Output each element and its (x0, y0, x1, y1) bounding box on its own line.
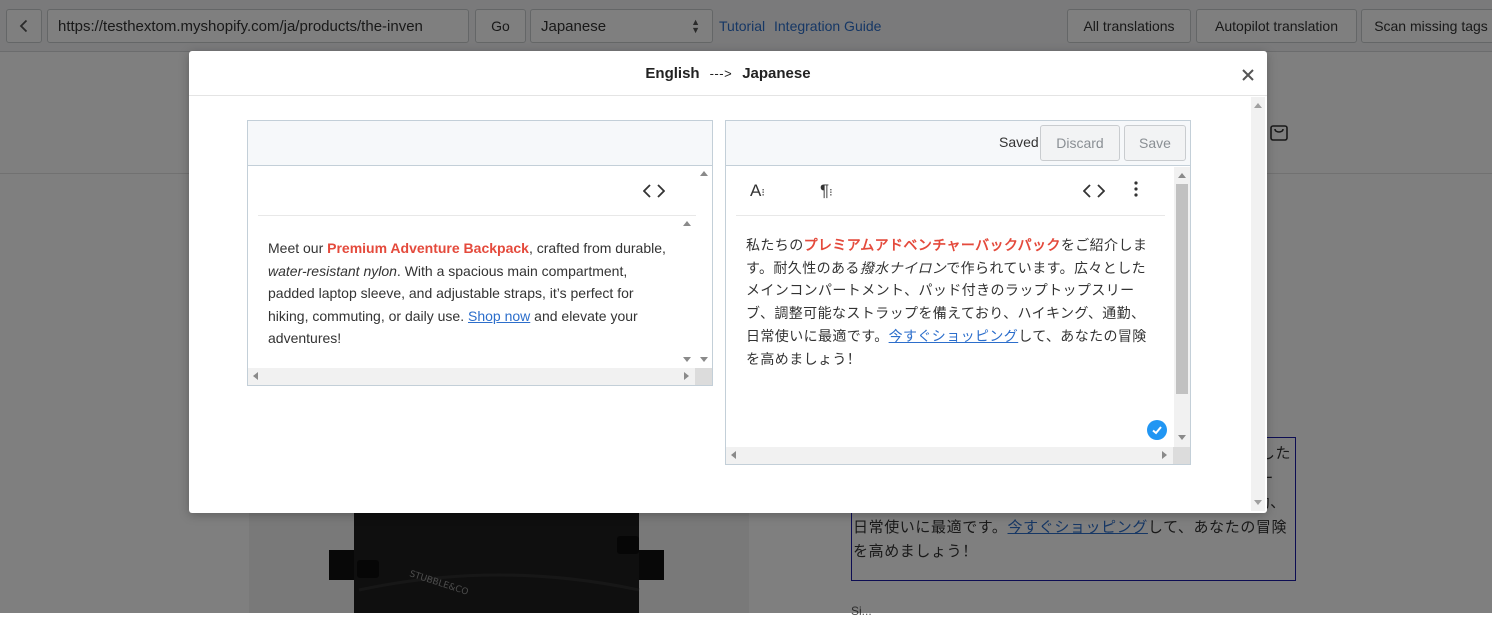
target-material: 撥水ナイロン (859, 259, 947, 276)
font-size-icon[interactable]: A⁝ (750, 181, 765, 201)
source-brand: Premium Adventure Backpack (327, 240, 529, 256)
source-editor: Meet our Premium Adventure Backpack, cra… (247, 120, 713, 386)
source-language: English (645, 65, 700, 82)
close-icon (1242, 69, 1254, 81)
scroll-up-icon[interactable] (1254, 103, 1262, 108)
scroll-left-icon[interactable] (731, 451, 736, 459)
language-arrow: ---> (709, 66, 733, 81)
more-vertical-icon[interactable] (1133, 180, 1139, 203)
source-material: water-resistant nylon (268, 262, 397, 279)
scroll-right-icon[interactable] (1162, 451, 1167, 459)
scroll-down-icon[interactable] (683, 357, 691, 362)
source-text: , crafted from durable, (528, 240, 666, 256)
scrollbar-thumb[interactable] (1176, 184, 1188, 394)
scroll-corner (695, 368, 712, 385)
target-content[interactable]: 私たちのプレミアムアドベンチャーバックパックをご紹介します。耐久性のある撥水ナイ… (746, 234, 1156, 370)
target-language: Japanese (742, 65, 811, 82)
save-button[interactable]: Save (1124, 125, 1186, 161)
scroll-down-icon[interactable] (1254, 500, 1262, 505)
scroll-left-icon[interactable] (253, 372, 258, 380)
modal-title: English ---> Japanese (189, 65, 1267, 82)
source-horizontal-scrollbar[interactable] (248, 368, 695, 385)
source-shop-link[interactable]: Shop now (468, 308, 530, 324)
target-scrollbar[interactable] (1174, 167, 1190, 447)
target-shop-link[interactable]: 今すぐショッピング (889, 328, 1019, 344)
source-scrollbar[interactable] (670, 171, 708, 371)
scroll-up-icon[interactable] (700, 171, 708, 176)
target-editor: Saved Discard Save A⁝ ¶⁝ 私たちのプレミアムアドベンチャ… (725, 120, 1191, 465)
source-editor-toolbar (258, 167, 696, 216)
code-icon[interactable] (1082, 183, 1106, 204)
paragraph-icon[interactable]: ¶⁝ (820, 181, 833, 201)
scroll-corner (1173, 447, 1190, 464)
target-editor-header: Saved Discard Save (726, 121, 1190, 166)
target-editor-toolbar: A⁝ ¶⁝ (736, 167, 1165, 216)
scroll-up-icon[interactable] (683, 221, 691, 226)
target-brand: プレミアムアドベンチャーバックパック (803, 237, 1061, 253)
close-button[interactable] (1239, 66, 1257, 84)
scroll-down-icon[interactable] (700, 357, 708, 362)
source-editor-header (248, 121, 712, 166)
check-circle-icon[interactable] (1147, 420, 1167, 440)
target-text: 私たちの (746, 237, 804, 253)
modal-header: English ---> Japanese (189, 51, 1267, 96)
code-icon[interactable] (642, 183, 666, 204)
target-horizontal-scrollbar[interactable] (726, 447, 1173, 464)
save-status: Saved (999, 134, 1039, 150)
scroll-up-icon[interactable] (1178, 173, 1186, 178)
scroll-down-icon[interactable] (1178, 435, 1186, 440)
discard-button[interactable]: Discard (1040, 125, 1120, 161)
scroll-right-icon[interactable] (684, 372, 689, 380)
translation-modal: English ---> Japanese Meet our Premium Adv… (189, 51, 1267, 513)
modal-scrollbar[interactable] (1251, 97, 1265, 511)
source-content[interactable]: Meet our Premium Adventure Backpack, cra… (268, 237, 668, 350)
source-text: Meet our (268, 240, 328, 256)
